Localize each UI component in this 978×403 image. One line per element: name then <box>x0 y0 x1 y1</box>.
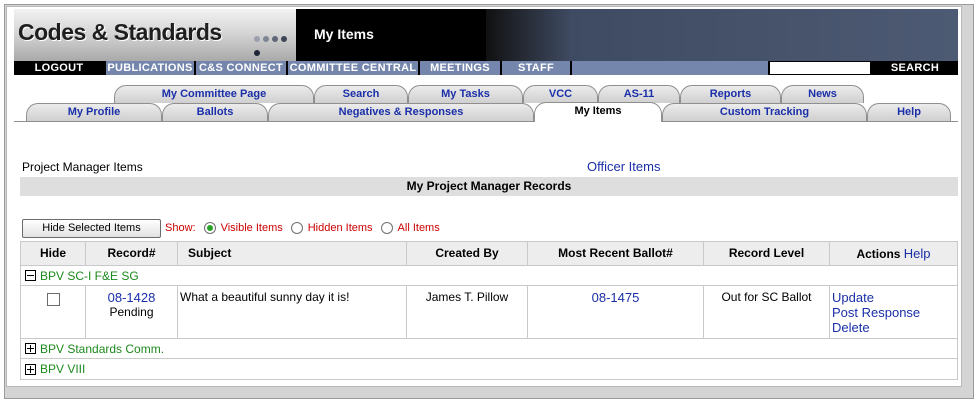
brand-area: Codes & Standards <box>14 9 296 61</box>
delete-link[interactable]: Delete <box>830 320 957 335</box>
nav-spacer <box>572 61 768 75</box>
expand-icon[interactable] <box>25 343 36 354</box>
group-name: BPV SC-I F&E SG <box>40 268 139 283</box>
visible-items-label[interactable]: Visible Items <box>221 222 283 234</box>
table-header: Hide Record# Subject Created By Most Rec… <box>21 242 957 266</box>
tab-ballots[interactable]: Ballots <box>162 103 268 121</box>
project-manager-items-label: Project Manager Items <box>22 160 143 174</box>
hide-cell <box>21 286 86 338</box>
group-row: BPV SC-I F&E SG <box>21 266 957 286</box>
group-row: BPV VIII <box>21 359 957 379</box>
officer-items-link[interactable]: Officer Items <box>587 159 660 174</box>
record-status: Pending <box>109 305 154 319</box>
record-link[interactable]: 08-1428 <box>86 290 177 305</box>
expand-icon[interactable] <box>25 363 36 375</box>
tab-news[interactable]: News <box>781 85 864 103</box>
section-title: My Project Manager Records <box>20 177 958 196</box>
brand-dots-icon <box>254 31 296 59</box>
record-cell: 08-1428 Pending <box>86 286 178 338</box>
search-button[interactable]: SEARCH <box>872 61 958 75</box>
hide-checkbox[interactable] <box>46 293 60 306</box>
hidden-items-label[interactable]: Hidden Items <box>308 222 373 234</box>
banner-decoration <box>486 9 958 61</box>
top-nav: LOGOUT PUBLICATIONS C&S CONNECT COMMITTE… <box>14 61 958 75</box>
show-label: Show: <box>165 222 196 234</box>
nav-logout[interactable]: LOGOUT <box>14 61 104 75</box>
all-items-radio[interactable] <box>380 222 393 234</box>
header-record-level: Record Level <box>704 242 830 265</box>
tab-help[interactable]: Help <box>867 103 951 121</box>
nav-staff[interactable]: STAFF <box>502 61 570 75</box>
record-level-cell: Out for SC Ballot <box>704 286 830 338</box>
post-response-link[interactable]: Post Response <box>830 305 957 320</box>
header-ballot: Most Recent Ballot# <box>528 242 704 265</box>
hide-selected-items-button[interactable]: Hide Selected Items <box>22 219 161 238</box>
group-row: BPV Standards Comm. <box>21 339 957 359</box>
show-filter: Show: Visible Items Hidden Items All Ite… <box>165 222 440 234</box>
all-items-label[interactable]: All Items <box>398 222 440 234</box>
search-input[interactable] <box>770 62 870 74</box>
header-actions: Actions Help <box>830 242 957 265</box>
group-name: BPV VIII <box>40 362 86 376</box>
actions-help-link[interactable]: Help <box>904 246 931 261</box>
nav-meetings[interactable]: MEETINGS <box>420 61 500 75</box>
tab-my-tasks[interactable]: My Tasks <box>408 85 523 103</box>
nav-committee-central[interactable]: COMMITTEE CENTRAL <box>288 61 418 75</box>
tab-my-items[interactable]: My Items <box>534 102 662 122</box>
created-by-cell: James T. Pillow <box>407 286 528 338</box>
header-subject: Subject <box>178 242 407 265</box>
records-table: Hide Record# Subject Created By Most Rec… <box>20 241 958 380</box>
header-record: Record# <box>86 242 178 265</box>
tab-search[interactable]: Search <box>314 85 408 103</box>
table-row: 08-1428 Pending What a beautiful sunny d… <box>21 286 957 339</box>
tab-vcc[interactable]: VCC <box>523 85 598 103</box>
tab-divider <box>14 121 958 122</box>
tab-negatives-responses[interactable]: Negatives & Responses <box>268 103 534 121</box>
actions-cell: Update Post Response Delete <box>830 286 957 338</box>
header-hide: Hide <box>21 242 86 265</box>
subject-cell: What a beautiful sunny day it is! <box>178 286 407 338</box>
ballot-link[interactable]: 08-1475 <box>592 290 640 305</box>
ballot-cell: 08-1475 <box>528 286 704 338</box>
visible-items-radio[interactable] <box>203 222 216 234</box>
group-name: BPV Standards Comm. <box>40 341 165 356</box>
tab-my-profile[interactable]: My Profile <box>26 103 162 121</box>
header-banner: Codes & Standards My Items <box>14 9 958 61</box>
tab-reports[interactable]: Reports <box>680 85 781 103</box>
page-title: My Items <box>314 26 374 42</box>
nav-publications[interactable]: PUBLICATIONS <box>106 61 194 75</box>
tab-my-committee-page[interactable]: My Committee Page <box>114 85 314 103</box>
brand-logo-text: Codes & Standards <box>18 19 222 45</box>
update-link[interactable]: Update <box>830 290 957 305</box>
header-created-by: Created By <box>407 242 528 265</box>
tab-custom-tracking[interactable]: Custom Tracking <box>662 103 867 121</box>
hidden-items-radio[interactable] <box>290 222 303 234</box>
nav-cs-connect[interactable]: C&S CONNECT <box>196 61 286 75</box>
collapse-icon[interactable] <box>25 270 36 281</box>
header-actions-label: Actions <box>856 247 901 261</box>
tab-as-11[interactable]: AS-11 <box>598 85 680 103</box>
